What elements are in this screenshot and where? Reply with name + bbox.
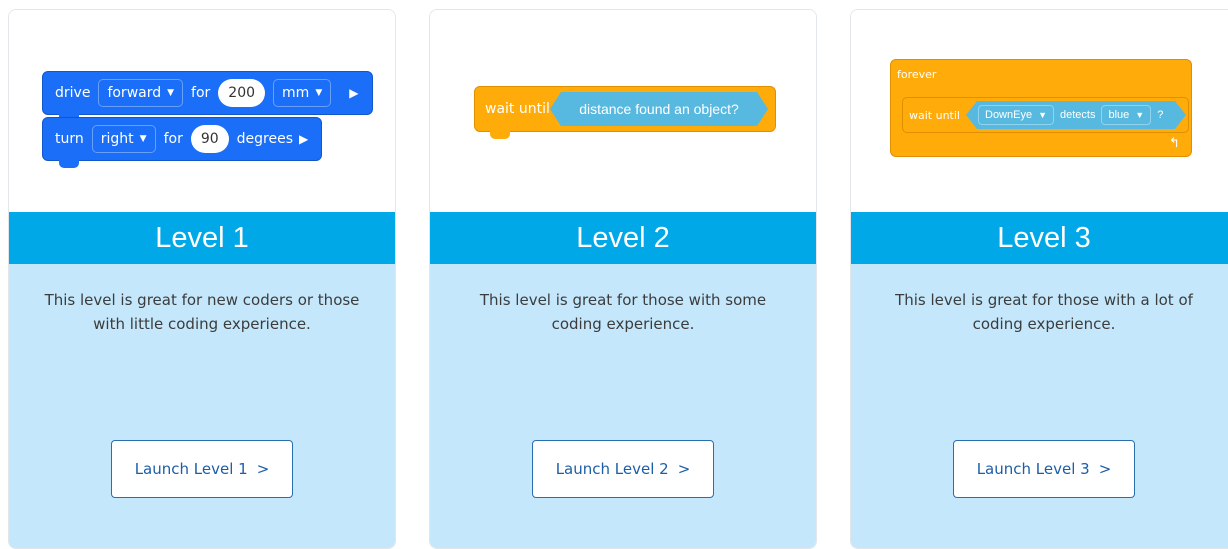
- angle-value: 90: [190, 125, 229, 153]
- level-2-description: This level is great for those with some …: [479, 291, 767, 333]
- sensor-dropdown: DownEye ▼: [978, 105, 1054, 125]
- forever-word: forever: [897, 68, 937, 81]
- level-3-code-preview: forever wait until DownEye ▼ detects blue…: [851, 10, 1228, 212]
- for-word: for: [191, 85, 211, 101]
- for-word: for: [163, 131, 183, 147]
- turn-word: turn: [55, 131, 84, 147]
- detects-condition: DownEye ▼ detects blue ▼ ?: [966, 101, 1186, 129]
- level-3-title: Level 3: [851, 212, 1228, 264]
- caret-down-icon: ▼: [167, 88, 175, 98]
- caret-down-icon: ▼: [1135, 110, 1145, 120]
- level-1-description: This level is great for new coders or th…: [44, 291, 360, 333]
- degrees-word: degrees: [236, 131, 294, 147]
- launch-level-3-button[interactable]: Launch Level 3 >: [953, 440, 1135, 498]
- play-icon: ▶: [299, 132, 309, 146]
- chevron-right-icon: >: [677, 460, 691, 478]
- level-2-card: wait until distance found an object? Lev…: [429, 9, 817, 549]
- level-1-title: Level 1: [9, 212, 395, 264]
- caret-down-icon: ▼: [1038, 110, 1047, 120]
- play-icon: ▶: [349, 86, 359, 100]
- level-3-body: This level is great for those with a lot…: [851, 264, 1228, 548]
- level-1-body: This level is great for new coders or th…: [9, 264, 395, 548]
- chevron-right-icon: >: [1098, 460, 1112, 478]
- caret-down-icon: ▼: [315, 88, 323, 98]
- block-notch: [59, 160, 79, 168]
- drive-word: drive: [55, 85, 91, 101]
- wait-until-word: wait until: [909, 108, 960, 122]
- drive-block: drive forward ▼ for 200 mm ▼ ▶: [42, 71, 373, 115]
- turn-block: turn right ▼ for 90 degrees ▶: [42, 117, 322, 161]
- launch-level-3-label: Launch Level 3: [976, 460, 1090, 478]
- turn-direction-dropdown: right ▼: [91, 125, 156, 153]
- level-1-code-preview: drive forward ▼ for 200 mm ▼ ▶ turn right ▼…: [9, 10, 395, 212]
- question-mark: ?: [1157, 109, 1164, 121]
- level-2-title: Level 2: [430, 212, 816, 264]
- launch-level-1-button[interactable]: Launch Level 1 >: [111, 440, 293, 498]
- distance-value: 200: [218, 79, 266, 107]
- launch-level-1-label: Launch Level 1: [134, 460, 248, 478]
- wait-until-word: wait until: [485, 101, 550, 117]
- launch-level-2-label: Launch Level 2: [555, 460, 669, 478]
- distance-condition: distance found an object?: [550, 92, 768, 126]
- level-2-code-preview: wait until distance found an object?: [430, 10, 816, 212]
- caret-down-icon: ▼: [139, 134, 147, 144]
- level-3-card: forever wait until DownEye ▼ detects blue…: [850, 9, 1228, 549]
- chevron-right-icon: >: [256, 460, 270, 478]
- color-dropdown: blue ▼: [1101, 105, 1152, 125]
- loop-arrow-icon: ↰: [1169, 136, 1180, 151]
- level-1-card: drive forward ▼ for 200 mm ▼ ▶ turn right ▼…: [8, 9, 396, 549]
- launch-level-2-button[interactable]: Launch Level 2 >: [532, 440, 714, 498]
- unit-dropdown: mm ▼: [273, 79, 332, 107]
- level-2-body: This level is great for those with some …: [430, 264, 816, 548]
- direction-dropdown: forward ▼: [98, 79, 184, 107]
- detects-word: detects: [1060, 109, 1096, 121]
- level-3-description: This level is great for those with a lot…: [895, 291, 1193, 333]
- block-notch: [490, 131, 510, 139]
